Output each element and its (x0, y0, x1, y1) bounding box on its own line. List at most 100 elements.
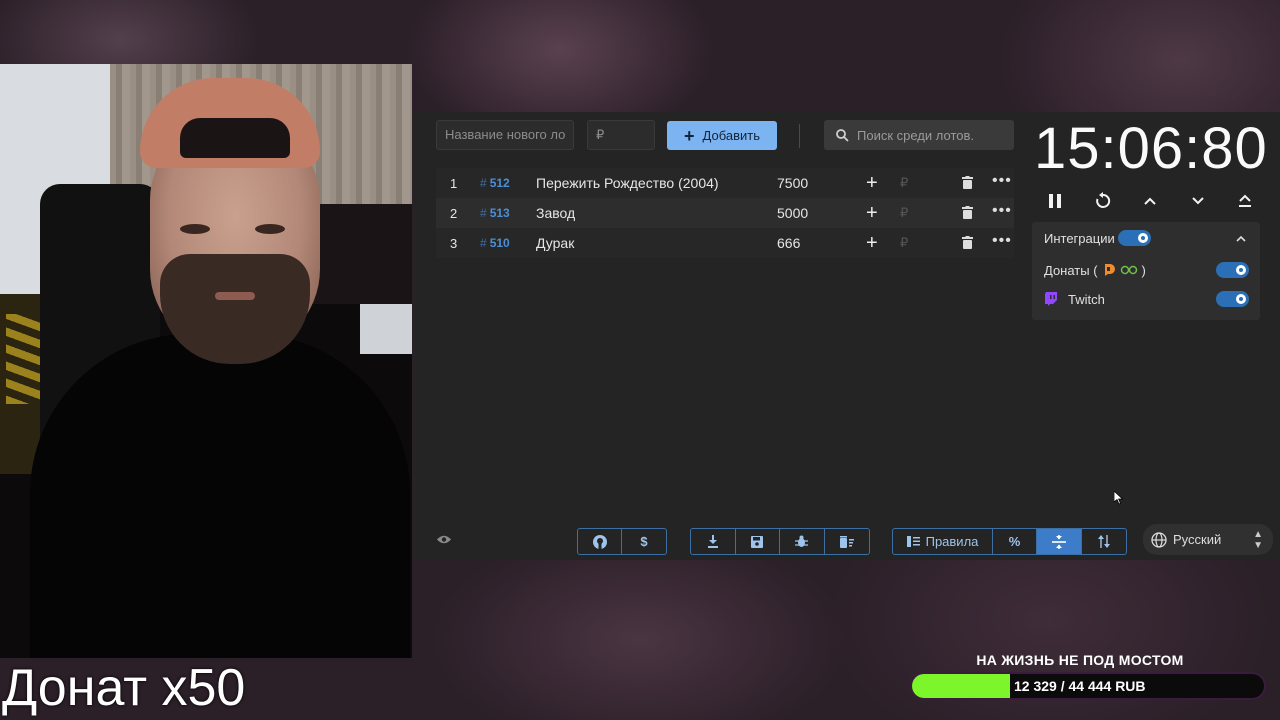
webcam-shelf (310, 204, 412, 304)
select-arrows-icon: ▲ ▼ (1253, 528, 1263, 551)
lot-name[interactable]: Завод (536, 205, 575, 221)
file-button-group (690, 528, 870, 555)
search-input[interactable]: Поиск среди лотов. (824, 120, 1014, 150)
integrations-header: Интеграции (1044, 226, 1115, 250)
lot-name[interactable]: Пережить Рождество (2004) (536, 175, 719, 191)
percent-icon: % (1008, 534, 1021, 549)
donation-goal-text: 12 329 / 44 444 RUB (1014, 678, 1146, 694)
rules-button[interactable]: Правила (893, 529, 993, 554)
donations-label: Донаты ( (1044, 262, 1098, 278)
reset-timer-button[interactable] (1088, 186, 1118, 216)
language-value: Русский (1173, 532, 1222, 547)
double-time-button[interactable] (1230, 186, 1260, 216)
integrations-title: Интеграции (1044, 230, 1115, 246)
more-options-icon[interactable]: ••• (992, 232, 1012, 250)
eye-icon[interactable] (436, 534, 452, 545)
view-button-group: Правила % (892, 528, 1127, 555)
debug-button[interactable] (780, 529, 825, 554)
timer-controls (1040, 186, 1260, 216)
lot-id-value: 513 (489, 206, 510, 220)
add-lot-button[interactable]: + Добавить (667, 121, 777, 150)
donation-multiplier-label: Донат x50 (2, 659, 246, 717)
new-lot-name-input[interactable]: Название нового ло (436, 120, 574, 150)
download-icon (707, 535, 718, 548)
language-select[interactable]: Русский ▲ ▼ (1143, 524, 1273, 555)
bug-icon (795, 535, 809, 547)
twitch-icon (1045, 291, 1057, 306)
double-chevron-up-icon (1239, 194, 1251, 207)
donation-goal-bar: 12 329 / 44 444 RUB (910, 672, 1266, 700)
lot-currency[interactable]: ₽ (900, 205, 908, 221)
clear-lots-button[interactable] (825, 529, 870, 554)
sort-button[interactable] (1082, 529, 1126, 554)
chevron-up-icon (1144, 197, 1156, 205)
donate-button[interactable]: $ (622, 529, 666, 554)
rules-label: Правила (925, 534, 979, 549)
increase-time-button[interactable] (1135, 186, 1165, 216)
webcam-person-mouth (215, 292, 255, 300)
links-button-group: $ (577, 528, 667, 555)
new-lot-price-input[interactable]: ₽ (587, 120, 655, 150)
lot-index: 3 (450, 235, 458, 251)
more-options-icon[interactable]: ••• (992, 202, 1012, 220)
donation-goal-fill (912, 674, 1010, 698)
decrease-time-button[interactable] (1183, 186, 1213, 216)
add-amount-button[interactable]: + (866, 173, 878, 193)
pause-button[interactable] (1040, 186, 1070, 216)
lot-id[interactable]: #512 (480, 176, 510, 190)
webcam-person-body (30, 334, 410, 658)
lot-amount[interactable]: 5000 (777, 205, 808, 221)
lot-row: 1 #512 Пережить Рождество (2004) 7500 + … (436, 168, 1014, 198)
lot-index: 2 (450, 205, 458, 221)
save-button[interactable] (736, 529, 780, 554)
collapse-icon[interactable] (1236, 235, 1246, 242)
save-icon (751, 535, 764, 548)
add-lot-label: Добавить (702, 128, 760, 143)
webcam-eye (180, 224, 210, 234)
donation-goal-title: НА ЖИЗНЬ НЕ ПОД МОСТОМ (976, 652, 1184, 668)
trash-icon[interactable] (962, 206, 973, 219)
lot-name[interactable]: Дурак (536, 235, 574, 251)
hash-icon: # (480, 206, 487, 220)
more-options-icon[interactable]: ••• (992, 172, 1012, 190)
lot-row: 3 #510 Дурак 666 + ₽ ••• (436, 228, 1014, 258)
globe-icon (1151, 531, 1167, 548)
lot-id-value: 510 (489, 236, 510, 250)
download-button[interactable] (691, 529, 736, 554)
twitch-toggle[interactable] (1216, 291, 1249, 307)
delete-sweep-icon (839, 535, 854, 548)
compact-view-button[interactable] (1037, 529, 1082, 554)
reset-icon (1095, 192, 1110, 208)
search-placeholder: Поиск среди лотов. (857, 127, 974, 143)
trash-icon[interactable] (962, 236, 973, 249)
donations-label-close: ) (1141, 262, 1146, 278)
mouse-cursor-icon (1114, 491, 1124, 505)
chevron-down-icon (1191, 197, 1204, 205)
add-amount-button[interactable]: + (866, 233, 878, 253)
webcam-eye (255, 224, 285, 234)
hash-icon: # (480, 176, 487, 190)
lot-currency[interactable]: ₽ (900, 235, 908, 251)
add-amount-button[interactable]: + (866, 203, 878, 223)
donations-toggle[interactable] (1216, 262, 1249, 278)
lot-amount[interactable]: 666 (777, 235, 800, 251)
rules-icon (906, 536, 920, 547)
donationalerts-icon (1104, 264, 1115, 276)
lot-currency[interactable]: ₽ (900, 175, 908, 191)
lot-amount[interactable]: 7500 (777, 175, 808, 191)
lot-index: 1 (450, 175, 458, 191)
webcam-lamp (360, 304, 412, 354)
github-button[interactable] (578, 529, 622, 554)
donatepay-icon (1120, 265, 1137, 275)
lot-id[interactable]: #513 (480, 206, 510, 220)
lots-list: 1 #512 Пережить Рождество (2004) 7500 + … (436, 168, 1014, 258)
percent-button[interactable]: % (993, 529, 1037, 554)
integrations-toggle[interactable] (1118, 230, 1151, 246)
lot-id-value: 512 (489, 176, 510, 190)
trash-icon[interactable] (962, 176, 973, 189)
swap-vert-icon (1098, 535, 1110, 548)
toolbar-divider (799, 124, 800, 148)
integrations-panel: Интеграции Донаты ( ) Twitch (1032, 222, 1260, 320)
vertical-align-center-icon (1052, 534, 1066, 549)
lot-id[interactable]: #510 (480, 236, 510, 250)
